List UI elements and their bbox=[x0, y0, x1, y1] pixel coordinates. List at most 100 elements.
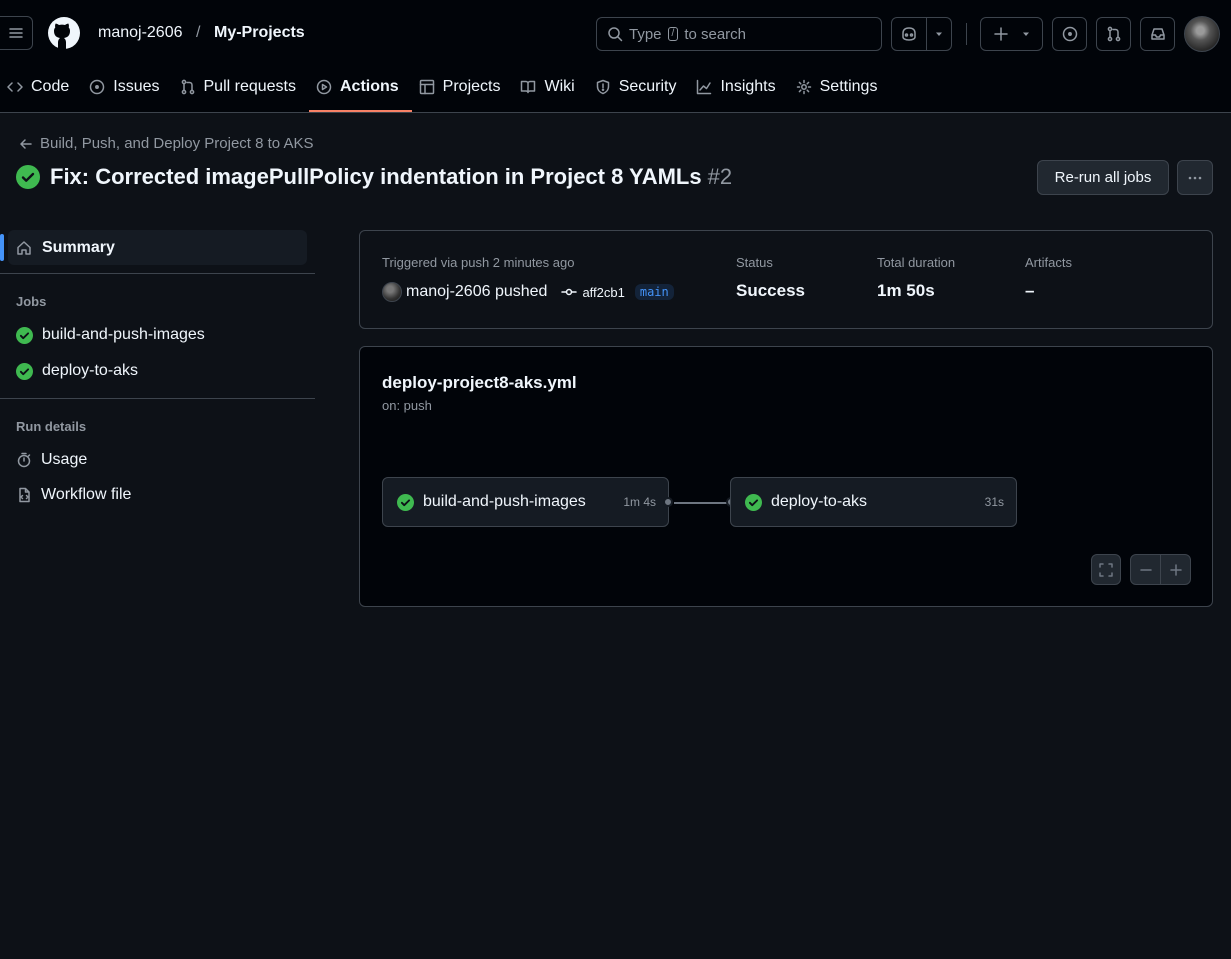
sidebar-job-label: build-and-push-images bbox=[42, 326, 205, 343]
fullscreen-button[interactable] bbox=[1091, 554, 1121, 585]
inbox-icon bbox=[1150, 26, 1166, 42]
search-suffix: to search bbox=[684, 25, 747, 43]
play-icon bbox=[316, 79, 332, 95]
zoom-in-button[interactable] bbox=[1160, 554, 1191, 585]
job-node-deploy-to-aks[interactable]: deploy-to-aks 31s bbox=[730, 477, 1017, 527]
tab-actions[interactable]: Actions bbox=[309, 70, 412, 112]
pusher-info: manoj-2606 pushed aff2cb1 main bbox=[382, 282, 674, 302]
tab-issues[interactable]: Issues bbox=[82, 70, 172, 104]
run-details-heading: Run details bbox=[16, 419, 87, 434]
github-logo[interactable] bbox=[47, 16, 81, 50]
commit-sha: aff2cb1 bbox=[582, 284, 625, 300]
job-connector bbox=[674, 502, 732, 504]
tab-wiki[interactable]: Wiki bbox=[513, 70, 587, 104]
sidebar-usage-label: Usage bbox=[41, 451, 88, 468]
check-circle-fill-icon bbox=[397, 493, 414, 511]
status-label: Status bbox=[736, 255, 773, 270]
tab-code[interactable]: Code bbox=[0, 70, 82, 104]
tab-projects[interactable]: Projects bbox=[412, 70, 514, 104]
tab-label: Projects bbox=[442, 78, 501, 95]
pull-requests-button[interactable] bbox=[1096, 17, 1131, 51]
file-code-icon bbox=[16, 487, 32, 503]
workflow-graph-card: deploy-project8-aks.yml on: push build-a… bbox=[359, 346, 1213, 607]
menu-button[interactable] bbox=[0, 16, 33, 50]
search-icon bbox=[607, 26, 623, 42]
check-circle-fill-icon bbox=[16, 326, 33, 344]
check-circle-fill-icon bbox=[16, 165, 40, 189]
sidebar-item-usage[interactable]: Usage bbox=[16, 451, 87, 469]
tab-label: Issues bbox=[113, 78, 160, 95]
code-icon bbox=[7, 79, 23, 95]
job-name: deploy-to-aks bbox=[771, 493, 868, 510]
connector-dot bbox=[663, 497, 673, 507]
commit-link[interactable]: aff2cb1 bbox=[561, 284, 625, 300]
stopwatch-icon bbox=[16, 452, 32, 468]
job-name: build-and-push-images bbox=[423, 493, 586, 510]
issue-icon bbox=[89, 79, 105, 95]
copilot-dropdown-button[interactable] bbox=[926, 17, 952, 51]
workflow-file-name: deploy-project8-aks.yml bbox=[382, 373, 577, 392]
duration-label: Total duration bbox=[877, 255, 956, 270]
pull-request-icon bbox=[180, 79, 196, 95]
job-duration: 31s bbox=[984, 495, 1004, 509]
shield-icon bbox=[595, 79, 611, 95]
issues-button[interactable] bbox=[1052, 17, 1087, 51]
copilot-button[interactable] bbox=[891, 17, 927, 51]
sidebar-item-workflow-file[interactable]: Workflow file bbox=[16, 486, 131, 504]
more-options-button[interactable] bbox=[1177, 160, 1213, 195]
repo-tabs: Code Issues Pull requests Actions Projects Wi… bbox=[0, 70, 890, 113]
hamburger-icon bbox=[8, 25, 24, 41]
zoom-out-button[interactable] bbox=[1130, 554, 1161, 585]
copilot-icon bbox=[900, 26, 918, 42]
home-icon bbox=[16, 240, 32, 256]
pusher-text[interactable]: manoj-2606 pushed bbox=[406, 283, 547, 301]
inbox-button[interactable] bbox=[1140, 17, 1175, 51]
run-number: #2 bbox=[707, 164, 733, 189]
sidebar-workflow-file-label: Workflow file bbox=[41, 486, 132, 503]
workflow-link[interactable]: Build, Push, and Deploy Project 8 to AKS bbox=[40, 135, 314, 152]
tab-insights[interactable]: Insights bbox=[689, 70, 788, 104]
search-shortcut-key: / bbox=[667, 27, 679, 41]
tab-pull-requests[interactable]: Pull requests bbox=[173, 70, 310, 104]
user-avatar[interactable] bbox=[1184, 16, 1220, 52]
sidebar-job-build-and-push-images[interactable]: build-and-push-images bbox=[16, 326, 205, 344]
create-new-button[interactable] bbox=[980, 17, 1043, 51]
search-prefix: Type bbox=[629, 25, 662, 43]
gear-icon bbox=[796, 79, 812, 95]
kebab-horizontal-icon bbox=[1187, 170, 1203, 186]
avatar[interactable] bbox=[382, 282, 402, 302]
plus-icon bbox=[993, 26, 1009, 42]
repo-owner-link[interactable]: manoj-2606 bbox=[98, 24, 183, 42]
run-title: Fix: Corrected imagePullPolicy indentati… bbox=[50, 164, 702, 189]
workflow-trigger: on: push bbox=[382, 398, 432, 413]
app-header: manoj-2606 / My-Projects Type / to searc… bbox=[0, 0, 1231, 113]
repo-name-link[interactable]: My-Projects bbox=[214, 24, 305, 42]
tab-label: Insights bbox=[720, 78, 776, 95]
arrow-left-icon bbox=[18, 136, 34, 152]
sidebar-summary-label: Summary bbox=[42, 238, 115, 256]
tab-security[interactable]: Security bbox=[588, 70, 690, 104]
plus-icon bbox=[1169, 563, 1183, 577]
active-indicator bbox=[0, 234, 4, 261]
rerun-all-jobs-button[interactable]: Re-run all jobs bbox=[1037, 160, 1169, 195]
breadcrumb[interactable]: Build, Push, and Deploy Project 8 to AKS bbox=[18, 135, 314, 152]
artifacts-label: Artifacts bbox=[1025, 255, 1072, 270]
jobs-heading: Jobs bbox=[16, 294, 47, 309]
tab-settings[interactable]: Settings bbox=[789, 70, 891, 104]
book-icon bbox=[520, 79, 536, 95]
job-node-build-and-push-images[interactable]: build-and-push-images 1m 4s bbox=[382, 477, 669, 527]
triangle-down-icon bbox=[1021, 29, 1031, 39]
search-input[interactable]: Type / to search bbox=[596, 17, 882, 51]
git-commit-icon bbox=[561, 286, 578, 298]
status-value: Success bbox=[736, 281, 805, 300]
pull-request-icon bbox=[1106, 26, 1122, 42]
sidebar-item-summary[interactable]: Summary bbox=[8, 230, 307, 265]
job-duration: 1m 4s bbox=[623, 495, 656, 509]
sidebar-job-deploy-to-aks[interactable]: deploy-to-aks bbox=[16, 362, 138, 380]
sidebar-job-label: deploy-to-aks bbox=[42, 362, 139, 379]
tab-label: Pull requests bbox=[203, 78, 297, 95]
tab-label: Security bbox=[618, 78, 677, 95]
branch-badge[interactable]: main bbox=[634, 284, 674, 300]
tab-label: Wiki bbox=[544, 78, 575, 95]
tab-label: Settings bbox=[819, 78, 878, 95]
